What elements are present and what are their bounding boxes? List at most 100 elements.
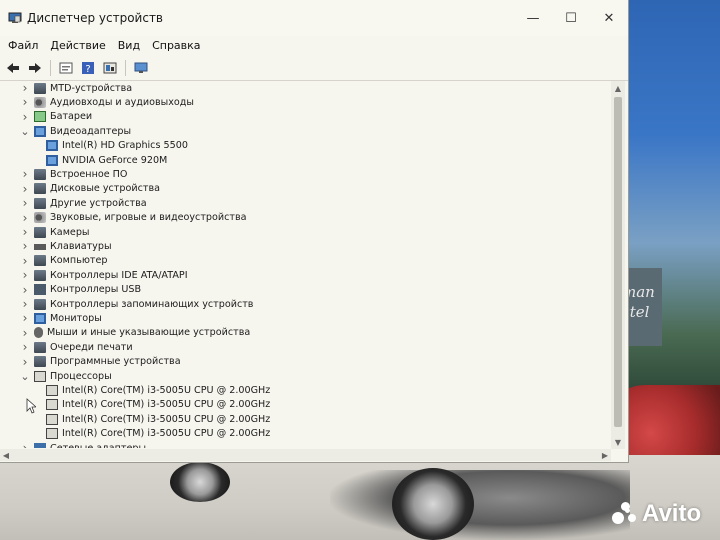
chevron-right-icon[interactable]: › (20, 81, 30, 95)
chevron-down-icon[interactable]: ⌄ (20, 370, 30, 383)
tree-category[interactable]: › Компьютер (20, 254, 108, 268)
tree-category[interactable]: › Сетевые адаптеры (20, 441, 146, 448)
chevron-right-icon[interactable]: › (20, 340, 30, 354)
scroll-left-icon[interactable]: ◀ (0, 449, 12, 461)
tree-category[interactable]: › Дисковые устройства (20, 182, 160, 196)
chevron-right-icon[interactable]: › (20, 211, 30, 225)
tree-category[interactable]: ⌄ Видеоадаптеры (20, 124, 131, 138)
monitor-button[interactable] (132, 59, 150, 77)
scroll-up-icon[interactable]: ▲ (611, 81, 625, 95)
processor-icon (46, 413, 58, 425)
minimize-button[interactable]: — (514, 0, 552, 36)
unknown-device-icon (34, 197, 46, 209)
tree-device[interactable]: Intel(R) Core(TM) i3-5005U CPU @ 2.00GHz (46, 412, 270, 426)
device-view-button[interactable] (101, 59, 119, 77)
tree-category[interactable]: › MTD-устройства (20, 81, 133, 95)
chevron-right-icon[interactable]: › (20, 297, 30, 311)
chevron-right-icon[interactable]: › (20, 110, 30, 124)
tree-category[interactable]: › Клавиатуры (20, 239, 112, 253)
tree-item-label: Клавиатуры (50, 240, 112, 252)
display-adapter-icon (46, 154, 58, 166)
tree-item-label: Мыши и иные указывающие устройства (47, 327, 251, 339)
chevron-right-icon[interactable]: › (20, 95, 30, 109)
menu-help[interactable]: Справка (152, 39, 200, 52)
tree-item-label: Другие устройства (50, 197, 147, 209)
chevron-right-icon[interactable]: › (20, 239, 30, 253)
display-adapter-icon (46, 140, 58, 152)
chevron-right-icon[interactable]: › (20, 254, 30, 268)
tree-item-label: Контроллеры запоминающих устройств (50, 298, 254, 310)
tree-category[interactable]: › Мыши и иные указывающие устройства (20, 326, 251, 340)
chevron-right-icon[interactable]: › (20, 311, 30, 325)
tree-category[interactable]: › Звуковые, игровые и видеоустройства (20, 211, 247, 225)
chevron-right-icon[interactable]: › (20, 326, 30, 340)
tree-item-label: Компьютер (50, 255, 108, 267)
mouse-cursor-icon (26, 398, 36, 414)
title-bar[interactable]: Диспетчер устройств — ☐ ✕ (0, 0, 628, 36)
wallpaper-car-wheel (392, 468, 474, 540)
tree-item-label: Звуковые, игровые и видеоустройства (50, 212, 247, 224)
chevron-right-icon[interactable]: › (20, 167, 30, 181)
tree-item-label: Очереди печати (50, 341, 133, 353)
processor-icon (46, 399, 58, 411)
menu-action[interactable]: Действие (50, 39, 105, 52)
menu-bar: Файл Действие Вид Справка (0, 36, 628, 54)
tree-category[interactable]: › Контроллеры IDE ATA/ATAPI (20, 268, 188, 282)
tree-category[interactable]: › Камеры (20, 225, 90, 239)
chevron-right-icon[interactable]: › (20, 283, 30, 297)
scroll-down-icon[interactable]: ▼ (611, 435, 625, 449)
close-button[interactable]: ✕ (590, 0, 628, 36)
tree-category[interactable]: › Очереди печати (20, 340, 133, 354)
software-device-icon (34, 356, 46, 368)
chevron-right-icon[interactable]: › (20, 355, 30, 369)
tree-device[interactable]: Intel(R) Core(TM) i3-5005U CPU @ 2.00GHz (46, 398, 270, 412)
chevron-right-icon[interactable]: › (20, 225, 30, 239)
device-tree: › MTD-устройства › Аудиовходы и аудиовыходы… (0, 81, 610, 448)
tree-category[interactable]: › Программные устройства (20, 355, 181, 369)
tree-item-label: Контроллеры IDE ATA/ATAPI (50, 269, 188, 281)
help-button[interactable]: ? (79, 59, 97, 77)
tree-category[interactable]: › Батареи (20, 110, 93, 124)
horizontal-scrollbar[interactable]: ◀ ▶ (0, 449, 611, 461)
tree-item-label: NVIDIA GeForce 920M (62, 154, 168, 166)
properties-button[interactable] (57, 59, 75, 77)
back-button[interactable] (4, 59, 22, 77)
avito-watermark-text: Avito (642, 500, 702, 527)
tree-item-label: Дисковые устройства (50, 183, 160, 195)
close-icon: ✕ (603, 10, 615, 26)
tree-device[interactable]: Intel(R) Core(TM) i3-5005U CPU @ 2.00GHz (46, 427, 270, 441)
tree-category[interactable]: ⌄ Процессоры (20, 369, 112, 383)
tree-item-label: Контроллеры USB (50, 284, 142, 296)
tree-device[interactable]: NVIDIA GeForce 920M (46, 153, 167, 167)
monitor-icon (34, 312, 46, 324)
menu-file[interactable]: Файл (8, 39, 38, 52)
tree-category[interactable]: › Контроллеры USB (20, 283, 141, 297)
chevron-right-icon[interactable]: › (20, 268, 30, 282)
menu-view[interactable]: Вид (118, 39, 140, 52)
processor-icon (46, 384, 58, 396)
tree-category[interactable]: › Встроенное ПО (20, 167, 128, 181)
tree-category[interactable]: › Другие устройства (20, 196, 147, 210)
tree-device[interactable]: Intel(R) Core(TM) i3-5005U CPU @ 2.00GHz (46, 383, 270, 397)
maximize-button[interactable]: ☐ (552, 0, 590, 36)
tree-device[interactable]: Intel(R) HD Graphics 5500 (46, 139, 188, 153)
scroll-thumb[interactable] (614, 97, 622, 427)
avito-logo-icon (612, 502, 638, 526)
mouse-icon (34, 327, 43, 339)
tree-item-label: Процессоры (50, 370, 112, 382)
tree-category[interactable]: › Мониторы (20, 311, 102, 325)
disk-icon (34, 183, 46, 195)
tree-category[interactable]: › Контроллеры запоминающих устройств (20, 297, 254, 311)
battery-icon (34, 111, 46, 123)
chevron-down-icon[interactable]: ⌄ (20, 125, 30, 138)
scroll-right-icon[interactable]: ▶ (599, 449, 611, 461)
chevron-right-icon[interactable]: › (20, 196, 30, 210)
tree-item-label: Intel(R) Core(TM) i3-5005U CPU @ 2.00GHz (62, 413, 271, 425)
chevron-right-icon[interactable]: › (20, 441, 30, 448)
firmware-icon (34, 168, 46, 180)
forward-button[interactable] (26, 59, 44, 77)
chevron-right-icon[interactable]: › (20, 182, 30, 196)
help-icon: ? (82, 62, 94, 75)
tree-category[interactable]: › Аудиовходы и аудиовыходы (20, 95, 194, 109)
vertical-scrollbar[interactable]: ▲ ▼ (611, 81, 625, 449)
